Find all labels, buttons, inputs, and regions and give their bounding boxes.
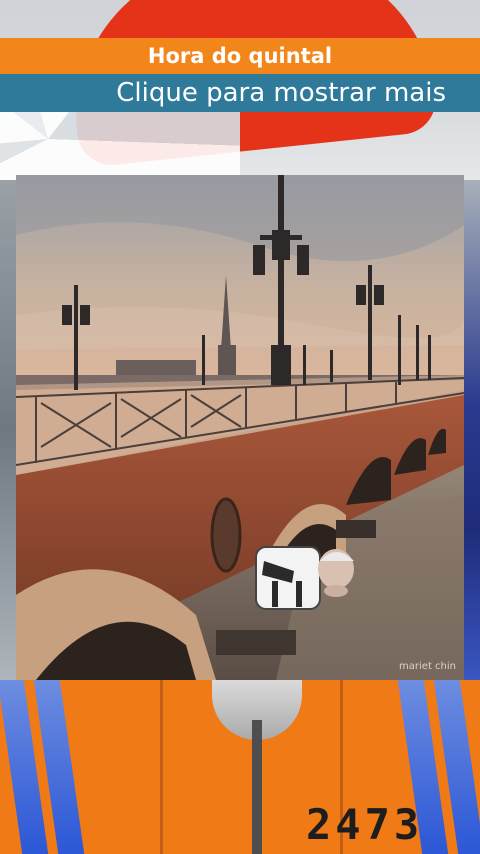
header-bar: Hora do quintal	[0, 38, 480, 74]
show-more-link[interactable]: Clique para mostrar mais	[116, 78, 446, 108]
man-sticker-illustration	[255, 546, 354, 610]
uniform-number: 2473	[306, 800, 424, 849]
header-title: Hora do quintal	[147, 44, 333, 68]
man-sticker[interactable]	[254, 541, 358, 611]
uniform-seam	[160, 680, 163, 854]
bridge-illustration	[16, 175, 464, 680]
show-more-bar[interactable]: Clique para mostrar mais	[0, 74, 480, 112]
bridge-photo[interactable]: mariet chin	[16, 175, 464, 680]
uniform-zipper	[252, 720, 262, 854]
photo-watermark: mariet chin	[399, 661, 456, 672]
